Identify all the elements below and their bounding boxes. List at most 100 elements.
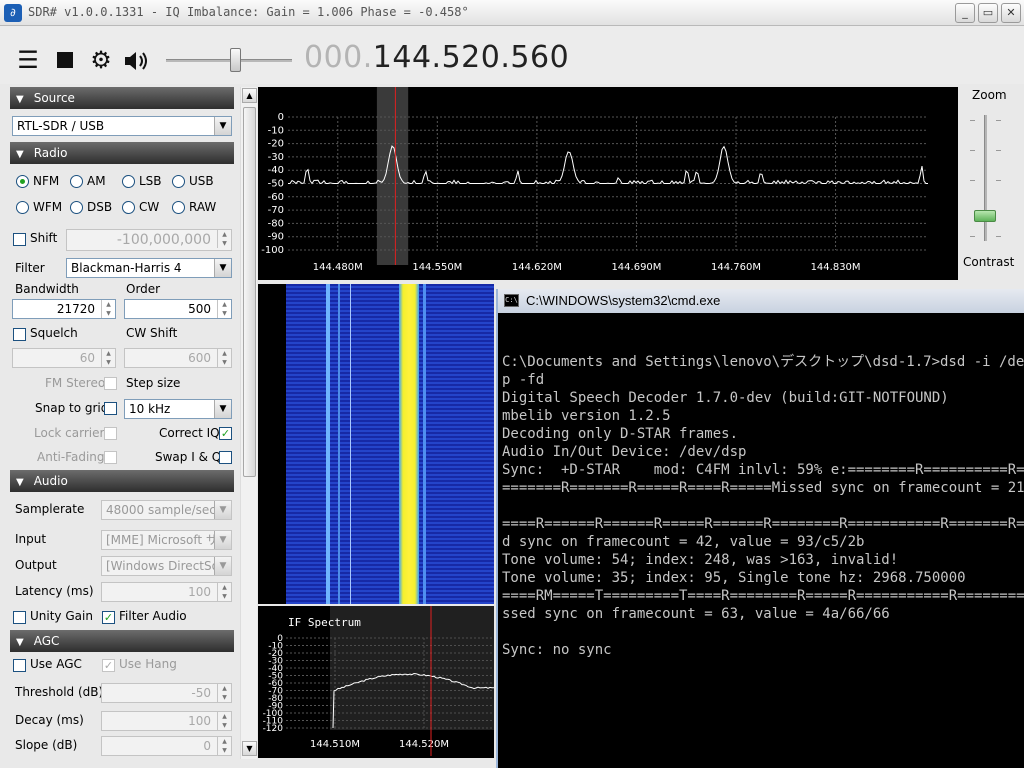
fm-stereo-checkbox[interactable] xyxy=(104,377,117,390)
waterfall-carrier-trace xyxy=(338,284,340,604)
close-button[interactable]: ✕ xyxy=(1001,3,1021,23)
spin-arrows-icon[interactable]: ▲ ▼ xyxy=(101,300,115,318)
if-spectrum-panel[interactable]: 0 -10 -20 -30 -40 -50 -60 -70 -80 -90 -100 -110 -120… xyxy=(258,606,494,758)
x-tick-label: 144.480M xyxy=(313,262,363,273)
filter-audio-checkbox[interactable]: ✓ xyxy=(102,611,115,624)
agc-section-header[interactable]: ▼ AGC xyxy=(10,630,234,652)
y-tick-label: -90 xyxy=(268,232,284,243)
slider-tick xyxy=(970,180,975,181)
scroll-down-icon[interactable]: ▼ xyxy=(242,741,257,756)
spin-arrows-icon[interactable]: ▲ ▼ xyxy=(217,300,231,318)
chevron-down-icon[interactable]: ▼ xyxy=(214,117,231,135)
stop-icon[interactable] xyxy=(57,52,73,68)
zoom-slider-track[interactable] xyxy=(984,115,987,241)
gear-icon[interactable]: ⚙ xyxy=(87,46,115,74)
radio-section-header[interactable]: ▼ Radio xyxy=(10,142,234,164)
mode-radio-wfm[interactable] xyxy=(16,201,29,214)
console-line: Tone volume: 54; index: 248, was >163, i… xyxy=(502,552,899,568)
collapse-triangle-icon: ▼ xyxy=(16,94,24,105)
menu-icon[interactable]: ☰ xyxy=(14,46,42,74)
audio-input-select[interactable]: [MME] Microsoft サウ ▼ xyxy=(101,530,232,550)
y-tick-label: -80 xyxy=(268,218,284,229)
mode-radio-nfm[interactable] xyxy=(16,175,29,188)
frequency-value[interactable]: 144.520.560 xyxy=(373,40,569,75)
latency-value: 100 xyxy=(188,585,211,599)
mode-radio-raw[interactable] xyxy=(172,201,185,214)
mode-radio-cw[interactable] xyxy=(122,201,135,214)
volume-slider-track[interactable] xyxy=(166,59,292,62)
slope-input[interactable]: 0 ▲ ▼ xyxy=(101,736,232,756)
frequency-prefix: 000. xyxy=(304,40,373,75)
correct-iq-checkbox[interactable]: ✓ xyxy=(219,427,232,440)
chevron-down-icon[interactable]: ▼ xyxy=(214,259,231,277)
scrollbar-thumb[interactable] xyxy=(243,107,256,477)
chevron-down-icon[interactable]: ▼ xyxy=(214,531,231,549)
snap-to-grid-checkbox[interactable] xyxy=(104,402,117,415)
spin-arrows-icon[interactable]: ▲ ▼ xyxy=(217,737,231,755)
use-agc-checkbox[interactable] xyxy=(13,659,26,672)
anti-fading-checkbox[interactable] xyxy=(104,451,117,464)
zoom-label: Zoom xyxy=(972,88,1007,102)
cw-shift-input[interactable]: 600 ▲ ▼ xyxy=(124,348,232,368)
samplerate-select[interactable]: 48000 sample/sec ▼ xyxy=(101,500,232,520)
waterfall-display[interactable] xyxy=(258,284,494,604)
spin-arrows-icon[interactable]: ▲ ▼ xyxy=(101,349,115,367)
minimize-button[interactable]: _ xyxy=(955,3,975,23)
step-size-select[interactable]: 10 kHz ▼ xyxy=(124,399,232,419)
bandwidth-input[interactable]: 21720 ▲ ▼ xyxy=(12,299,116,319)
unity-gain-checkbox[interactable] xyxy=(13,611,26,624)
bandwidth-value: 21720 xyxy=(56,302,95,316)
audio-section-header[interactable]: ▼ Audio xyxy=(10,470,234,492)
waterfall-noise xyxy=(286,284,494,604)
spin-arrows-icon[interactable]: ▲ ▼ xyxy=(217,349,231,367)
mode-label-dsb: DSB xyxy=(87,200,113,214)
console-line: Tone volume: 35; index: 95, Single tone … xyxy=(502,570,966,586)
source-device-select[interactable]: RTL-SDR / USB ▼ xyxy=(12,116,232,136)
spin-arrows-icon[interactable]: ▲ ▼ xyxy=(217,583,231,601)
mode-radio-usb[interactable] xyxy=(172,175,185,188)
lock-carrier-checkbox[interactable] xyxy=(104,427,117,440)
mode-label-nfm: NFM xyxy=(33,174,60,188)
audio-output-select[interactable]: [Windows DirectSour ▼ xyxy=(101,556,232,576)
squelch-input[interactable]: 60 ▲ ▼ xyxy=(12,348,116,368)
spectrum-plot[interactable]: 0 -10 -20 -30 -40 -50 -60 -70 -80 -90 -100 144.480M… xyxy=(258,87,958,280)
console-window[interactable]: C:\WINDOWS\system32\cmd.exe C:\ C:\Docum… xyxy=(496,289,1024,768)
chevron-down-icon[interactable]: ▼ xyxy=(214,400,231,418)
section-title: Radio xyxy=(33,146,68,160)
mode-radio-lsb[interactable] xyxy=(122,175,135,188)
source-section-header[interactable]: ▼ Source xyxy=(10,87,234,109)
correct-iq-label: Correct IQ xyxy=(159,426,220,440)
decay-input[interactable]: 100 ▲ ▼ xyxy=(101,711,232,731)
filter-passband[interactable] xyxy=(376,87,409,265)
shift-checkbox[interactable] xyxy=(13,233,26,246)
filter-select[interactable]: Blackman-Harris 4 ▼ xyxy=(66,258,232,278)
decay-label: Decay (ms) xyxy=(15,713,84,727)
console-title-bar[interactable]: C:\WINDOWS\system32\cmd.exe xyxy=(498,289,1024,313)
mode-radio-dsb[interactable] xyxy=(70,201,83,214)
select-value: 48000 sample/sec xyxy=(106,503,216,517)
zoom-slider-thumb[interactable] xyxy=(974,210,996,222)
panel-scrollbar[interactable]: ▲ ▼ xyxy=(240,87,257,759)
frequency-display[interactable]: 000.144.520.560 xyxy=(304,40,569,75)
order-input[interactable]: 500 ▲ ▼ xyxy=(124,299,232,319)
mode-label-lsb: LSB xyxy=(139,174,162,188)
mode-radio-am[interactable] xyxy=(70,175,83,188)
chevron-down-icon[interactable]: ▼ xyxy=(214,501,231,519)
speaker-icon[interactable] xyxy=(122,48,152,74)
volume-slider-thumb[interactable] xyxy=(230,48,241,72)
spectrum-analyzer[interactable]: 0 -10 -20 -30 -40 -50 -60 -70 -80 -90 -100 144.480M… xyxy=(258,87,958,280)
threshold-input[interactable]: -50 ▲ ▼ xyxy=(101,683,232,703)
use-hang-checkbox[interactable]: ✓ xyxy=(102,659,115,672)
squelch-checkbox[interactable] xyxy=(13,328,26,341)
scroll-up-icon[interactable]: ▲ xyxy=(242,88,257,103)
maximize-button[interactable]: ▭ xyxy=(978,3,998,23)
threshold-value: -50 xyxy=(191,686,211,700)
latency-input[interactable]: 100 ▲ ▼ xyxy=(101,582,232,602)
swap-iq-checkbox[interactable] xyxy=(219,451,232,464)
spin-arrows-icon[interactable]: ▲ ▼ xyxy=(217,230,231,248)
chevron-down-icon[interactable]: ▼ xyxy=(214,557,231,575)
spin-arrows-icon[interactable]: ▲ ▼ xyxy=(217,712,231,730)
console-output[interactable]: C:\Documents and Settings\lenovo\デスクトップ\… xyxy=(502,335,1024,659)
shift-input[interactable]: -100,000,000 ▲ ▼ xyxy=(66,229,232,251)
spin-arrows-icon[interactable]: ▲ ▼ xyxy=(217,684,231,702)
